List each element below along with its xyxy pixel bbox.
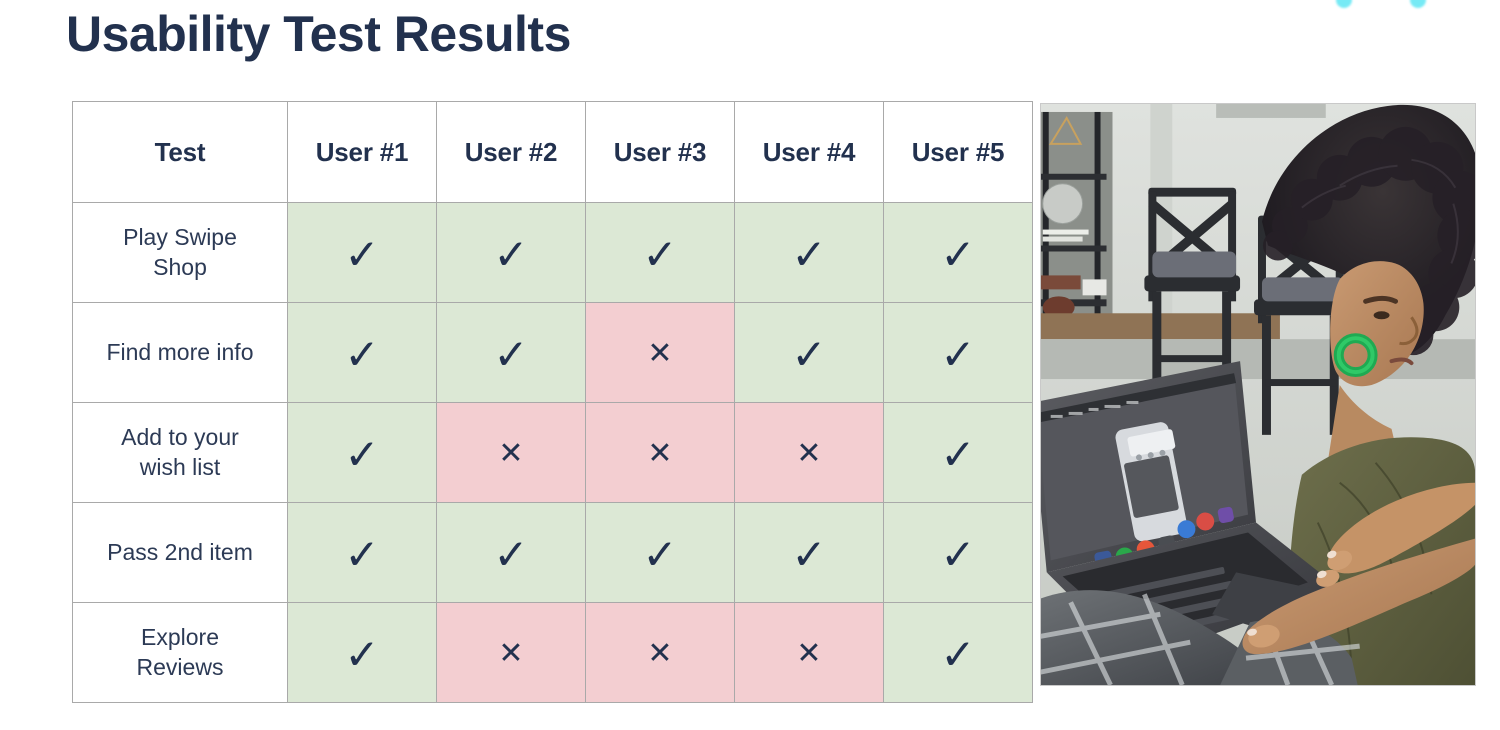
column-header-user-3: User #3: [585, 101, 735, 203]
cross-icon: ✕: [498, 435, 524, 471]
check-icon: ✓: [642, 229, 678, 279]
row-label-line: Pass 2nd item: [107, 538, 253, 565]
check-icon: ✓: [493, 229, 529, 279]
sparkle-dot-right: [1410, 0, 1426, 8]
table-body: Play Swipe Shop ✓ ✓ ✓ ✓ ✓ Find more info…: [72, 202, 1033, 703]
cross-icon: ✕: [796, 435, 822, 471]
cross-icon: ✕: [647, 335, 673, 371]
result-cell: ✓: [585, 502, 735, 603]
row-label-cell: Find more info: [72, 302, 288, 403]
check-icon: ✓: [940, 229, 976, 279]
table-row: Find more info ✓ ✓ ✕ ✓ ✓: [72, 302, 1033, 403]
check-icon: ✓: [344, 229, 380, 279]
result-cell: ✓: [883, 402, 1033, 503]
check-icon: ✓: [344, 429, 380, 479]
check-icon: ✓: [642, 529, 678, 579]
row-label-line: Add to your: [121, 424, 239, 451]
result-cell: ✕: [436, 402, 586, 503]
column-header-test: Test: [72, 101, 288, 203]
result-cell: ✕: [436, 602, 586, 703]
result-cell: ✓: [734, 302, 884, 403]
cross-icon: ✕: [647, 635, 673, 671]
result-cell: ✓: [436, 502, 586, 603]
column-header-user-1: User #1: [287, 101, 437, 203]
cross-icon: ✕: [498, 635, 524, 671]
column-header-user-5: User #5: [883, 101, 1033, 203]
row-label-line: Reviews: [136, 653, 224, 680]
check-icon: ✓: [493, 529, 529, 579]
table-row: Play Swipe Shop ✓ ✓ ✓ ✓ ✓: [72, 202, 1033, 303]
result-cell: ✕: [734, 602, 884, 703]
sparkle-dot-left: [1336, 0, 1352, 8]
column-header-user-4: User #4: [734, 101, 884, 203]
cross-icon: ✕: [796, 635, 822, 671]
result-cell: ✓: [883, 302, 1033, 403]
row-label-cell: Pass 2nd item: [72, 502, 288, 603]
result-cell: ✓: [734, 502, 884, 603]
result-cell: ✕: [734, 402, 884, 503]
result-cell: ✓: [883, 602, 1033, 703]
usability-test-session-photo: [1040, 103, 1476, 686]
table-row: Pass 2nd item ✓ ✓ ✓ ✓ ✓: [72, 502, 1033, 603]
check-icon: ✓: [344, 629, 380, 679]
result-cell: ✓: [436, 202, 586, 303]
column-header-user-2: User #2: [436, 101, 586, 203]
check-icon: ✓: [791, 529, 827, 579]
photo-illustration: [1041, 104, 1475, 685]
table-row: Add to your wish list ✓ ✕ ✕ ✕ ✓: [72, 402, 1033, 503]
table-row: Explore Reviews ✓ ✕ ✕ ✕ ✓: [72, 602, 1033, 703]
row-label-cell: Explore Reviews: [72, 602, 288, 703]
row-label-line: Explore: [141, 624, 219, 651]
row-label-line: Shop: [153, 253, 207, 280]
result-cell: ✕: [585, 302, 735, 403]
check-icon: ✓: [344, 329, 380, 379]
page-title: Usability Test Results: [66, 6, 571, 62]
usability-results-table: Test User #1 User #2 User #3 User #4 Use…: [72, 101, 1033, 703]
sparkle-accent-icon: [1334, 0, 1444, 8]
check-icon: ✓: [940, 329, 976, 379]
result-cell: ✓: [287, 202, 437, 303]
check-icon: ✓: [940, 429, 976, 479]
result-cell: ✓: [883, 502, 1033, 603]
result-cell: ✓: [436, 302, 586, 403]
result-cell: ✕: [585, 602, 735, 703]
result-cell: ✓: [883, 202, 1033, 303]
check-icon: ✓: [940, 629, 976, 679]
result-cell: ✕: [585, 402, 735, 503]
row-label-cell: Play Swipe Shop: [72, 202, 288, 303]
table-header-row: Test User #1 User #2 User #3 User #4 Use…: [72, 101, 1033, 203]
check-icon: ✓: [940, 529, 976, 579]
result-cell: ✓: [585, 202, 735, 303]
check-icon: ✓: [344, 529, 380, 579]
cross-icon: ✕: [647, 435, 673, 471]
row-label-line: wish list: [139, 453, 221, 480]
check-icon: ✓: [791, 329, 827, 379]
result-cell: ✓: [287, 402, 437, 503]
row-label-line: Find more info: [106, 338, 254, 365]
row-label-cell: Add to your wish list: [72, 402, 288, 503]
check-icon: ✓: [791, 229, 827, 279]
result-cell: ✓: [734, 202, 884, 303]
result-cell: ✓: [287, 502, 437, 603]
result-cell: ✓: [287, 302, 437, 403]
check-icon: ✓: [493, 329, 529, 379]
result-cell: ✓: [287, 602, 437, 703]
row-label-line: Play Swipe: [123, 224, 237, 251]
